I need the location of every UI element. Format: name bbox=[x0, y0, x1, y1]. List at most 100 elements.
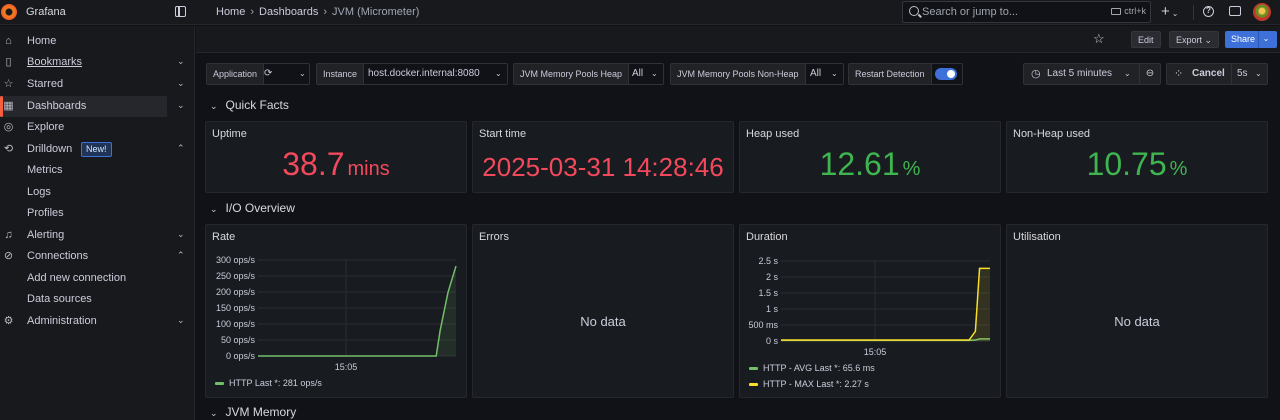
share-options-chevron-icon[interactable]: ⌄ bbox=[1258, 31, 1273, 48]
stat-number: 12.61 bbox=[819, 146, 900, 182]
refresh-icon[interactable]: ⟳ bbox=[264, 64, 272, 84]
stat-value: 38.7 mins bbox=[206, 146, 466, 183]
star-icon[interactable]: ☆ bbox=[1093, 31, 1105, 47]
panel-errors[interactable]: Errors No data bbox=[472, 224, 734, 398]
search-input[interactable]: Search or jump to... ctrl+k bbox=[902, 1, 1151, 23]
panel-heap-used[interactable]: Heap used 12.61% bbox=[739, 121, 1001, 193]
keyboard-shortcut: ctrl+k bbox=[1111, 6, 1146, 16]
sidebar-item-profiles[interactable]: Profiles bbox=[0, 203, 194, 224]
chevron-right-icon: › bbox=[323, 6, 328, 18]
chevron-down-icon[interactable]: ⌄ bbox=[177, 315, 185, 326]
sidebar-item-label: Connections bbox=[27, 250, 89, 262]
breadcrumb-dashboards[interactable]: Dashboards bbox=[259, 6, 318, 18]
home-icon: ⌂ bbox=[5, 35, 12, 47]
y-tick-label: 250 ops/s bbox=[216, 271, 256, 281]
panel-duration[interactable]: Duration 2.5 s2 s 1.5 s1 s 500 ms 0 s 15:05 H… bbox=[739, 224, 1001, 398]
row-quick-facts[interactable]: ⌄ Quick Facts bbox=[210, 98, 289, 112]
variable-application[interactable]: Application ⟳ ⌄ bbox=[206, 63, 310, 85]
chevron-down-icon[interactable]: ⌄ bbox=[177, 56, 185, 67]
sidebar-item-administration[interactable]: ⚙ Administration ⌄ bbox=[0, 311, 194, 332]
chevron-down-icon[interactable]: ⌄ bbox=[177, 78, 185, 89]
variable-heap-pools[interactable]: JVM Memory Pools Heap All ⌄ bbox=[513, 63, 664, 85]
restart-detection-toggle[interactable] bbox=[935, 68, 957, 80]
chevron-down-icon[interactable]: ⌄ bbox=[177, 100, 185, 111]
chevron-up-icon[interactable]: ⌃ bbox=[177, 250, 185, 261]
variable-value: host.docker.internal:8080 bbox=[368, 68, 480, 79]
legend-swatch bbox=[215, 382, 224, 385]
dock-menu-icon[interactable] bbox=[175, 6, 186, 17]
rate-chart: 300 ops/s 250 ops/s 200 ops/s 150 ops/s 100 … bbox=[215, 255, 457, 388]
variable-label: JVM Memory Pools Heap bbox=[514, 64, 630, 84]
sidebar-item-dashboards[interactable]: ▦ Dashboards bbox=[0, 96, 167, 117]
compass-icon: ◎ bbox=[3, 121, 14, 133]
chevron-down-icon[interactable]: ⌄ bbox=[177, 229, 185, 240]
variable-value: All bbox=[632, 68, 644, 79]
breadcrumb-home[interactable]: Home bbox=[216, 6, 245, 18]
bell-icon: ♫ bbox=[4, 229, 13, 241]
chevron-down-icon: ⌄ bbox=[299, 69, 306, 78]
app-brand: Grafana bbox=[26, 6, 66, 18]
sidebar-item-bookmarks[interactable]: ▯ Bookmarks ⌄ bbox=[0, 52, 194, 73]
stat-number: 38.7 bbox=[282, 146, 345, 182]
y-tick-label: 200 ops/s bbox=[216, 287, 256, 297]
zoom-out-icon[interactable]: ⊖ bbox=[1139, 63, 1161, 85]
clock-icon: ◷ bbox=[1031, 68, 1041, 80]
variable-nonheap-pools[interactable]: JVM Memory Pools Non-Heap All ⌄ bbox=[670, 63, 844, 85]
sidebar-item-add-new-connection[interactable]: Add new connection bbox=[0, 268, 194, 289]
legend-label: HTTP Last *: 281 ops/s bbox=[229, 378, 322, 388]
export-button[interactable]: Export ⌄ bbox=[1169, 31, 1220, 48]
panel-utilisation[interactable]: Utilisation No data bbox=[1006, 224, 1268, 398]
panel-uptime[interactable]: Uptime 38.7 mins bbox=[205, 121, 467, 193]
shortcut-label: ctrl+k bbox=[1124, 6, 1146, 16]
panel-start-time[interactable]: Start time 2025-03-31 14:28:46 bbox=[472, 121, 734, 193]
sidebar-item-metrics[interactable]: Metrics bbox=[0, 160, 194, 181]
panel-rate[interactable]: Rate 300 ops/s 250 ops/s 200 ops/s 150 ops/… bbox=[205, 224, 467, 398]
cancel-label[interactable]: Cancel bbox=[1192, 64, 1225, 84]
legend-swatch bbox=[749, 367, 758, 370]
user-avatar[interactable] bbox=[1253, 3, 1271, 21]
row-jvm-memory[interactable]: ⌄ JVM Memory bbox=[210, 405, 296, 419]
sidebar-item-logs[interactable]: Logs bbox=[0, 182, 194, 203]
grafana-logo-icon[interactable] bbox=[1, 4, 17, 20]
sidebar-item-starred[interactable]: ☆ Starred ⌄ bbox=[0, 74, 194, 95]
edit-button[interactable]: Edit bbox=[1131, 31, 1161, 48]
news-icon[interactable] bbox=[1229, 6, 1241, 16]
variable-instance[interactable]: Instance host.docker.internal:8080 ⌄ bbox=[316, 63, 508, 85]
x-tick-label: 15:05 bbox=[335, 362, 358, 372]
add-new-button[interactable]: + ⌄ bbox=[1161, 3, 1178, 20]
sidebar-item-drilldown[interactable]: ⟲ Drilldown New! ⌃ bbox=[0, 139, 194, 160]
y-tick-label: 1 s bbox=[766, 304, 779, 314]
variable-label: Application bbox=[207, 64, 265, 84]
sidebar-item-label: Dashboards bbox=[27, 100, 87, 112]
sidebar-item-connections[interactable]: ⊘ Connections ⌃ bbox=[0, 246, 194, 267]
y-tick-label: 1.5 s bbox=[758, 288, 778, 298]
stat-value: 2025-03-31 14:28:46 bbox=[482, 152, 724, 182]
chevron-down-icon: ⌄ bbox=[1171, 9, 1179, 18]
sidebar-item-home[interactable]: ⌂ Home bbox=[0, 31, 194, 52]
sidebar-item-label: Bookmarks bbox=[27, 56, 83, 68]
sidebar-item-label: Alerting bbox=[27, 229, 65, 241]
y-tick-label: 2 s bbox=[766, 272, 779, 282]
sidebar-item-explore[interactable]: ◎ Explore bbox=[0, 117, 194, 138]
gear-icon: ⚙ bbox=[3, 315, 14, 327]
time-range-picker[interactable]: ◷ Last 5 minutes ⌄ bbox=[1023, 63, 1141, 85]
y-tick-label: 0 s bbox=[766, 336, 779, 346]
refresh-picker[interactable]: ⁘ Cancel 5s ⌄ bbox=[1166, 63, 1268, 85]
stat-value: 12.61% bbox=[740, 146, 1000, 183]
drilldown-icon: ⟲ bbox=[3, 143, 14, 155]
help-icon[interactable]: ? bbox=[1203, 6, 1214, 17]
top-bar: Grafana Home › Dashboards › JVM (Micrometer)… bbox=[0, 0, 1280, 25]
panel-nonheap-used[interactable]: Non-Heap used 10.75% bbox=[1006, 121, 1268, 193]
bookmark-icon: ▯ bbox=[5, 56, 12, 68]
legend-label: HTTP - MAX Last *: 2.27 s bbox=[763, 379, 869, 389]
variable-value: All bbox=[810, 68, 822, 79]
sidebar-item-alerting[interactable]: ♫ Alerting ⌄ bbox=[0, 225, 194, 246]
panel-title: Errors bbox=[479, 231, 509, 243]
sidebar-item-data-sources[interactable]: Data sources bbox=[0, 289, 194, 310]
chevron-up-icon[interactable]: ⌃ bbox=[177, 143, 185, 154]
chevron-down-icon: ⌄ bbox=[495, 69, 502, 78]
row-io-overview[interactable]: ⌄ I/O Overview bbox=[210, 201, 295, 215]
sidebar-item-label: Profiles bbox=[27, 207, 64, 219]
series-line bbox=[258, 265, 457, 357]
row-title: Quick Facts bbox=[225, 98, 289, 112]
